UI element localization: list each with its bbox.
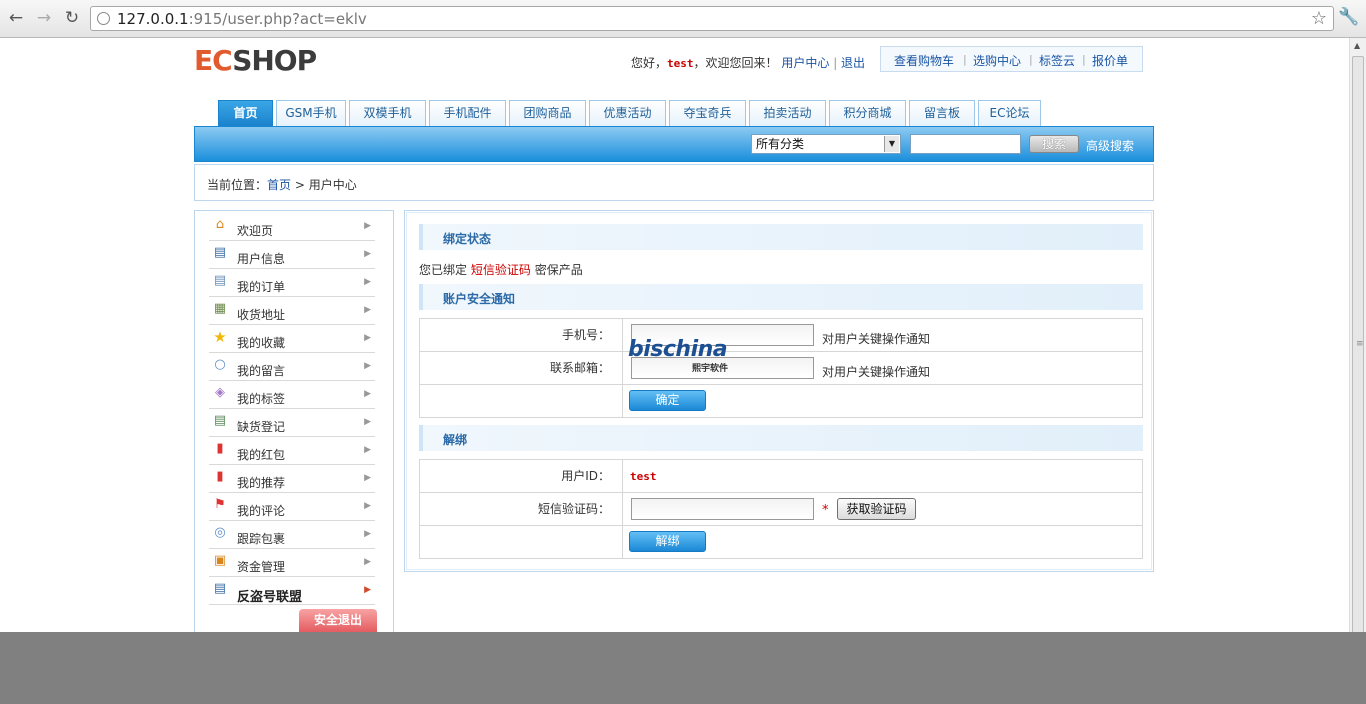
sidebar-item-welcome[interactable]: ⌂ 欢迎页 ▶	[209, 213, 375, 241]
sidebar-item-stock-register[interactable]: ▤ 缺货登记 ▶	[209, 409, 375, 437]
username: test	[667, 57, 694, 70]
unbind-row: 解绑	[420, 526, 1142, 559]
tab-promotions[interactable]: 优惠活动	[589, 100, 666, 126]
get-code-button[interactable]: 获取验证码	[837, 498, 916, 520]
bind-status-text: 您已绑定 短信验证码 密保产品	[419, 263, 583, 277]
address-book-icon: ▦	[213, 301, 227, 316]
confirm-row: 确定	[420, 385, 1142, 418]
id-card-icon: ▤	[213, 581, 227, 596]
tab-dual-mode-phones[interactable]: 双模手机	[349, 100, 426, 126]
welcome-message: 您好，test，欢迎您回来！ 用户中心 | 退出	[631, 56, 866, 70]
top-links: 查看购物车 | 选购中心 | 标签云 | 报价单	[880, 46, 1143, 72]
tag-icon: ◈	[215, 385, 225, 400]
forward-arrow-icon[interactable]: →	[33, 7, 55, 29]
userid-value: test	[630, 470, 657, 483]
tab-accessories[interactable]: 手机配件	[429, 100, 506, 126]
phone-row: 手机号： 对用户关键操作通知	[420, 319, 1142, 352]
sidebar-item-orders[interactable]: ▤ 我的订单 ▶	[209, 269, 375, 297]
url-text: 127.0.0.1:915/user.php?act=eklv	[117, 10, 367, 28]
unbind-button[interactable]: 解绑	[629, 531, 706, 552]
required-mark: *	[822, 503, 829, 518]
tab-home[interactable]: 首页	[218, 100, 273, 126]
email-row: 联系邮箱： 对用户关键操作通知	[420, 352, 1142, 385]
safe-logout-button[interactable]: 安全退出	[299, 609, 377, 632]
tab-message-board[interactable]: 留言板	[909, 100, 975, 126]
search-button[interactable]: 搜索	[1029, 135, 1079, 153]
search-input[interactable]	[910, 134, 1021, 154]
bookmark-star-icon[interactable]: ☆	[1311, 8, 1327, 29]
speech-bubble-icon: ○	[214, 357, 226, 372]
back-arrow-icon[interactable]: ←	[5, 7, 27, 29]
unbind-form: 用户ID： test 短信验证码： * 获取验证码 解绑	[419, 459, 1143, 559]
tab-gsm-phones[interactable]: GSM手机	[276, 100, 346, 126]
sidebar-item-track-package[interactable]: ◎ 跟踪包裹 ▶	[209, 521, 375, 549]
tab-forum[interactable]: EC论坛	[978, 100, 1041, 126]
sidebar-item-favorites[interactable]: ★ 我的收藏 ▶	[209, 325, 375, 353]
sidebar-item-funds[interactable]: ▣ 资金管理 ▶	[209, 549, 375, 577]
userid-row: 用户ID： test	[420, 460, 1142, 493]
section-bind-status: 绑定状态	[419, 224, 1143, 250]
id-card-icon: ▤	[213, 245, 227, 260]
recommend-icon: ▮	[216, 469, 224, 484]
breadcrumb: 当前位置：首页 > 用户中心	[194, 164, 1154, 201]
user-center-link[interactable]: 用户中心	[781, 56, 829, 70]
category-select[interactable]: 所有分类 ▼	[751, 134, 901, 154]
breadcrumb-current: 用户中心	[308, 178, 357, 192]
browser-toolbar: ← → ↻ 127.0.0.1:915/user.php?act=eklv ☆ …	[0, 0, 1366, 38]
shopping-center-link[interactable]: 选购中心	[973, 52, 1021, 69]
tag-cloud-link[interactable]: 标签云	[1039, 52, 1075, 69]
grip-icon: ≡	[1356, 339, 1364, 349]
view-cart-link[interactable]: 查看购物车	[894, 52, 954, 69]
bischina-watermark-logo: bischina 熙宇软件	[628, 337, 729, 374]
globe-icon	[97, 12, 110, 25]
section-security-notify: 账户安全通知	[419, 284, 1143, 310]
sidebar-item-user-info[interactable]: ▤ 用户信息 ▶	[209, 241, 375, 269]
vertical-scrollbar[interactable]: ▲ ≡	[1349, 38, 1366, 632]
wallet-icon: ▣	[213, 553, 227, 568]
chevron-down-icon[interactable]: ▼	[884, 136, 899, 152]
sidebar: ⌂ 欢迎页 ▶ ▤ 用户信息 ▶ ▤ 我的订单 ▶ ▦ 收货地址 ▶ ★ 我的收藏 ▶ ○ 我的留言 ▶…	[194, 210, 394, 632]
sidebar-item-red-envelope[interactable]: ▮ 我的红包 ▶	[209, 437, 375, 465]
sms-code-row: 短信验证码： * 获取验证码	[420, 493, 1142, 526]
sidebar-item-recommend[interactable]: ▮ 我的推荐 ▶	[209, 465, 375, 493]
main-content: 绑定状态 您已绑定 短信验证码 密保产品 账户安全通知 手机号： 对用户关键操作…	[404, 210, 1154, 572]
tab-auction[interactable]: 拍卖活动	[749, 100, 826, 126]
sidebar-item-tags[interactable]: ◈ 我的标签 ▶	[209, 381, 375, 409]
confirm-button[interactable]: 确定	[629, 390, 706, 411]
flag-icon: ⚑	[214, 497, 226, 512]
red-envelope-icon: ▮	[216, 441, 224, 456]
sidebar-item-addresses[interactable]: ▦ 收货地址 ▶	[209, 297, 375, 325]
sidebar-item-messages[interactable]: ○ 我的留言 ▶	[209, 353, 375, 381]
package-icon: ◎	[214, 525, 226, 540]
search-bar: 所有分类 ▼ 搜索 高级搜索	[194, 126, 1154, 162]
address-bar[interactable]: 127.0.0.1:915/user.php?act=eklv ☆	[90, 6, 1334, 31]
star-icon: ★	[213, 328, 227, 346]
wrench-icon[interactable]: 🔧	[1338, 7, 1359, 27]
reload-icon[interactable]: ↻	[61, 7, 83, 29]
home-icon: ⌂	[215, 217, 225, 232]
browser-viewport: ← → ↻ 127.0.0.1:915/user.php?act=eklv ☆ …	[0, 0, 1366, 632]
sms-code-input[interactable]	[631, 498, 814, 520]
tab-snatch[interactable]: 夺宝奇兵	[669, 100, 746, 126]
tab-points-mall[interactable]: 积分商城	[829, 100, 906, 126]
tab-group-buy[interactable]: 团购商品	[509, 100, 586, 126]
breadcrumb-home[interactable]: 首页	[267, 178, 291, 192]
logout-link[interactable]: 退出	[841, 56, 865, 70]
advanced-search-link[interactable]: 高级搜索	[1086, 137, 1134, 154]
document-icon: ▤	[213, 273, 227, 288]
section-unbind: 解绑	[419, 425, 1143, 451]
scroll-up-icon[interactable]: ▲	[1354, 41, 1360, 50]
ecshop-logo[interactable]: ECSHOP	[194, 44, 318, 78]
scroll-thumb[interactable]: ≡	[1352, 56, 1364, 632]
quote-link[interactable]: 报价单	[1092, 52, 1128, 69]
sidebar-item-comments[interactable]: ⚑ 我的评论 ▶	[209, 493, 375, 521]
notify-form: 手机号： 对用户关键操作通知 联系邮箱： 对用户关键操作通知 确定	[419, 318, 1143, 418]
sidebar-item-anti-theft[interactable]: ▤ 反盗号联盟 ▶	[209, 577, 375, 605]
list-icon: ▤	[213, 413, 227, 428]
